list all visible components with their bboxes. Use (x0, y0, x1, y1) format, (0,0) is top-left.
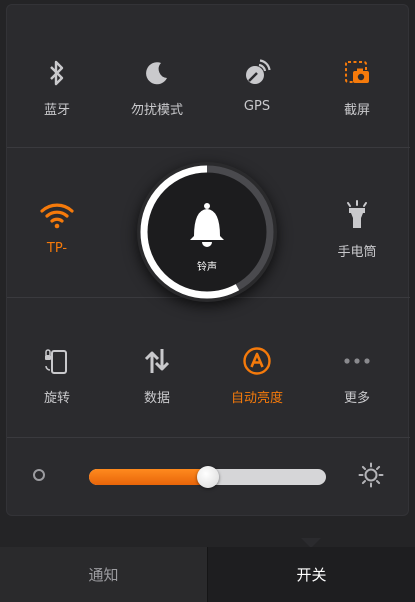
tab-divider (207, 547, 208, 602)
row-divider (7, 147, 410, 148)
more-dots-icon (339, 343, 375, 379)
flashlight-label: 手电筒 (337, 245, 377, 260)
brightness-slider-thumb[interactable] (196, 466, 219, 488)
auto-brightness-toggle[interactable]: 自动亮度 (207, 337, 307, 417)
brightness-low-icon (32, 467, 46, 486)
rotate-lock-icon (39, 343, 75, 379)
auto-brightness-label: 自动亮度 (230, 391, 283, 406)
control-center: 蓝牙 勿扰模式 GPS 截屏 TP- 手电筒 旋转 数据 自动亮度 更多 铃声 … (0, 0, 415, 602)
data-arrows-icon (139, 343, 175, 379)
screenshot-toggle[interactable]: 截屏 (307, 49, 407, 129)
bluetooth-label: 蓝牙 (43, 103, 70, 118)
ringer-label: 铃声 (197, 262, 217, 273)
dnd-toggle[interactable]: 勿扰模式 (107, 49, 207, 129)
wifi-icon (39, 197, 75, 233)
data-label: 数据 (143, 391, 170, 406)
bell-icon (190, 203, 224, 247)
screenshot-icon (339, 55, 375, 91)
dnd-label: 勿扰模式 (130, 103, 183, 118)
rotate-label: 旋转 (43, 391, 70, 406)
auto-brightness-icon (239, 343, 275, 379)
tab-toggles[interactable]: 开关 (208, 547, 415, 602)
data-toggle[interactable]: 数据 (107, 337, 207, 417)
tab-notifications[interactable]: 通知 (0, 547, 207, 602)
flashlight-toggle[interactable]: 手电筒 (307, 191, 407, 271)
row-divider (7, 437, 410, 438)
more-label: 更多 (343, 391, 370, 406)
gps-toggle[interactable]: GPS (207, 49, 307, 129)
brightness-high-icon (358, 462, 384, 492)
more-toggle[interactable]: 更多 (307, 337, 407, 417)
wifi-toggle[interactable]: TP- (7, 191, 107, 271)
rotate-toggle[interactable]: 旋转 (7, 337, 107, 417)
screenshot-label: 截屏 (343, 103, 370, 118)
moon-icon (139, 55, 175, 91)
satellite-icon (239, 55, 275, 91)
ringer-volume-dial[interactable]: 铃声 (137, 162, 277, 302)
flashlight-icon (339, 197, 375, 233)
brightness-slider-fill (89, 469, 208, 485)
wifi-label: TP- (46, 241, 68, 256)
bluetooth-toggle[interactable]: 蓝牙 (7, 49, 107, 129)
bluetooth-icon (39, 55, 75, 91)
gps-label: GPS (243, 99, 271, 114)
